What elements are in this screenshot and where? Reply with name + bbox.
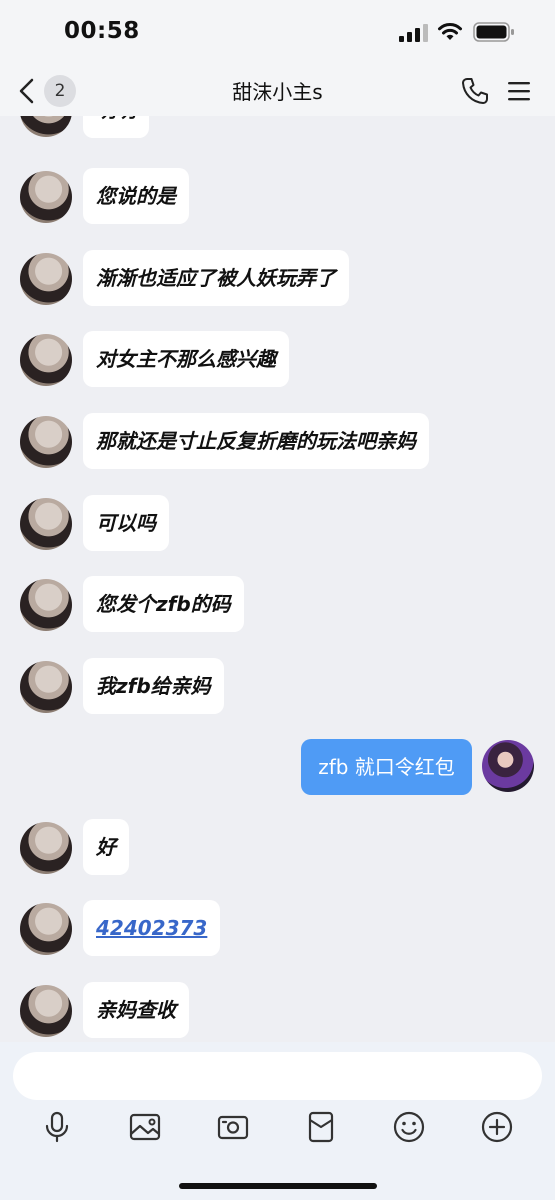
message-bubble[interactable]: 对女主不那么感兴趣 [83, 331, 289, 387]
message-item: 我zfb给亲妈 [0, 658, 555, 714]
contact-avatar[interactable] [20, 253, 72, 305]
message-link[interactable]: 42402373 [83, 900, 221, 956]
message-bubble[interactable]: 您发个zfb的码 [83, 576, 244, 632]
message-item: 亲妈查收 [0, 982, 555, 1038]
status-bar: 00:58 [0, 0, 555, 64]
battery-icon [473, 22, 514, 42]
plus-icon[interactable] [480, 1110, 514, 1144]
red-packet-icon[interactable] [304, 1110, 338, 1144]
message-bubble[interactable]: 亲妈查收 [83, 982, 189, 1038]
message-list[interactable]: 明明 您说的是 渐渐也适应了被人妖玩弄了 对女主不那么感兴趣 那就还是寸止反复折… [0, 116, 555, 1042]
message-bubble[interactable]: 可以吗 [83, 495, 169, 551]
contact-avatar[interactable] [20, 579, 72, 631]
message-item-outgoing: zfb 就口令红包 [0, 739, 555, 795]
contact-avatar[interactable] [20, 116, 72, 137]
contact-avatar[interactable] [20, 985, 72, 1037]
cellular-signal-icon [399, 24, 428, 42]
message-item: 对女主不那么感兴趣 [0, 331, 555, 387]
message-bubble[interactable]: 您说的是 [83, 168, 189, 224]
message-item: 可以吗 [0, 495, 555, 551]
message-item: 渐渐也适应了被人妖玩弄了 [0, 250, 555, 306]
home-indicator[interactable] [179, 1183, 377, 1189]
photo-icon[interactable] [128, 1110, 162, 1144]
input-area [0, 1042, 555, 1200]
camera-icon[interactable] [216, 1110, 250, 1144]
message-input[interactable] [13, 1052, 542, 1100]
my-avatar[interactable] [482, 740, 534, 792]
message-bubble[interactable]: 渐渐也适应了被人妖玩弄了 [83, 250, 349, 306]
contact-avatar[interactable] [20, 903, 72, 955]
contact-avatar[interactable] [20, 171, 72, 223]
message-item: 您说的是 [0, 168, 555, 224]
chat-header: 2 甜沫小主s [0, 64, 555, 116]
message-bubble[interactable]: 好 [83, 819, 129, 875]
message-item: 那就还是寸止反复折磨的玩法吧亲妈 [0, 413, 555, 469]
message-bubble[interactable]: 我zfb给亲妈 [83, 658, 224, 714]
message-bubble[interactable]: 明明 [83, 116, 149, 138]
message-bubble-outgoing[interactable]: zfb 就口令红包 [301, 739, 472, 795]
contact-avatar[interactable] [20, 334, 72, 386]
contact-avatar[interactable] [20, 416, 72, 468]
message-item: 好 [0, 819, 555, 875]
menu-icon[interactable] [505, 78, 533, 104]
wifi-icon [438, 23, 462, 40]
message-item: 您发个zfb的码 [0, 576, 555, 632]
contact-avatar[interactable] [20, 498, 72, 550]
contact-avatar[interactable] [20, 661, 72, 713]
message-item: 明明 [0, 116, 555, 138]
microphone-icon[interactable] [40, 1110, 74, 1144]
phone-call-icon[interactable] [460, 76, 490, 106]
message-bubble[interactable]: 那就还是寸止反复折磨的玩法吧亲妈 [83, 413, 429, 469]
message-item: 42402373 [0, 900, 555, 956]
emoji-icon[interactable] [392, 1110, 426, 1144]
status-time: 00:58 [64, 18, 140, 44]
contact-avatar[interactable] [20, 822, 72, 874]
